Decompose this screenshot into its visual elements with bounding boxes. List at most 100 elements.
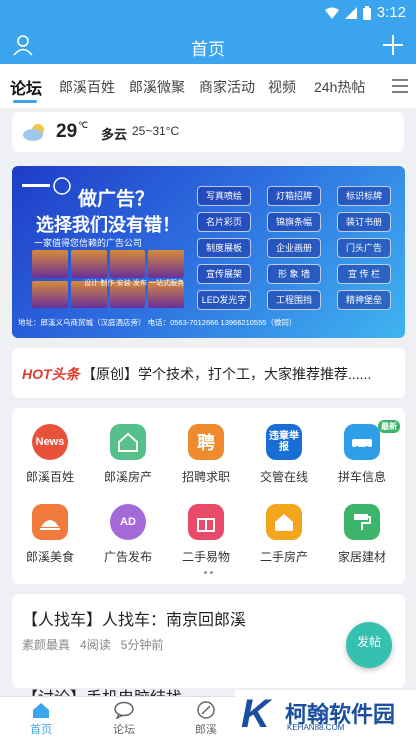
post-author: 素颜最真 — [22, 638, 71, 652]
service-langxi-baixing[interactable]: News 郎溪百姓 — [15, 424, 85, 485]
food-icon — [32, 504, 68, 540]
house-icon — [110, 424, 146, 460]
banner-headline-1: 做广告？ — [78, 189, 155, 210]
post-title[interactable]: 【人找车】人找车：南京回郎溪 — [22, 606, 246, 630]
service-label: 广告发布 — [103, 550, 152, 564]
service-recruitment[interactable]: 聘 招聘求职 — [171, 424, 241, 485]
ad-icon: AD — [110, 504, 146, 540]
service-traffic[interactable]: 违章举报 交管在线 — [249, 424, 319, 485]
nav-label: 首页 — [30, 724, 52, 736]
weather-range: 25~31°C — [132, 124, 180, 138]
watermark-letter: K — [241, 692, 270, 736]
weather-temperature: 29 — [56, 121, 78, 142]
service-pill: 精神堡垒 — [337, 290, 391, 310]
banner-photo — [32, 280, 68, 308]
service-home-building[interactable]: 家居建材 — [327, 504, 397, 565]
nav-label: 论坛 — [113, 724, 135, 736]
app-bar: 首页 — [0, 28, 416, 64]
status-bar: 3:12 — [0, 0, 416, 28]
status-time: 3:12 — [376, 4, 406, 21]
weather-unit: ℃ — [78, 120, 89, 130]
signal-icon — [344, 6, 357, 19]
add-icon[interactable] — [380, 32, 406, 58]
service-pill: 门头广告 — [337, 238, 391, 258]
banner-headline-2: 选择我们没有错！ — [36, 215, 180, 235]
service-pill: 制度展板 — [197, 238, 251, 258]
service-label: 二手房产 — [259, 550, 308, 564]
car-icon: 最新 — [344, 420, 400, 460]
chat-icon — [114, 701, 134, 719]
service-pill: LED发光字 — [197, 290, 251, 310]
watermark-url: KEHAN88.COM — [287, 723, 345, 732]
weather-card[interactable]: 29 ℃ 多云 25~31°C — [12, 112, 404, 152]
banner-logo — [22, 176, 72, 198]
service-label: 二手易物 — [181, 550, 230, 564]
violation-report-icon: 违章举报 — [266, 424, 302, 460]
service-carpool[interactable]: 最新 拼车信息 — [327, 420, 400, 485]
nav-forum[interactable]: 论坛 — [99, 699, 149, 737]
compass-icon — [197, 701, 215, 719]
post-reads: 4阅读 — [80, 638, 111, 652]
banner-photo — [148, 250, 184, 278]
service-pill: 写真喷绘 — [197, 186, 251, 206]
service-label: 郎溪美食 — [25, 550, 74, 564]
home-icon — [33, 703, 49, 718]
banner-photo — [109, 250, 146, 278]
tab-merchant-activity[interactable]: 商家活动 — [199, 77, 255, 97]
service-ad-post[interactable]: AD 广告发布 — [93, 504, 163, 565]
hot-headline-badge: HOT头条 — [22, 366, 80, 382]
post-meta: 素颜最真 4阅读 5分钟前 — [22, 636, 163, 653]
nav-label: 郎溪 — [195, 724, 217, 736]
tab-forum[interactable]: 论坛 — [10, 75, 42, 99]
service-second-house[interactable]: 二手房产 — [249, 504, 319, 565]
service-pill: 形 象 墙 — [267, 264, 321, 284]
nav-langxi[interactable]: 郎溪 — [181, 699, 231, 737]
gift-icon — [188, 504, 224, 540]
news-ticker-text[interactable]: 【原创】学个技术，打个工，大家推荐推荐...... — [82, 364, 371, 384]
page-indicator — [204, 571, 214, 574]
news-icon: News — [32, 424, 68, 460]
home-icon — [266, 504, 302, 540]
post-time: 5分钟前 — [120, 638, 164, 652]
banner-footer: 地址：郎溪义乌商贸城（汉庭酒店旁） 电话：0563-7012666 139662… — [18, 318, 297, 327]
service-pill: 工程围挡 — [267, 290, 321, 310]
service-pill: 灯箱招牌 — [267, 186, 321, 206]
service-pill: 企业画册 — [267, 238, 321, 258]
page-title: 首页 — [191, 40, 225, 59]
paint-roller-icon — [344, 504, 380, 540]
service-pill: 锦旗条幅 — [267, 212, 321, 232]
tab-langxi-weiju[interactable]: 郎溪微聚 — [129, 77, 185, 97]
category-tabs: 论坛 郎溪百姓 郎溪微聚 商家活动 视频 24h热帖 — [0, 64, 416, 108]
service-label: 交管在线 — [259, 470, 308, 484]
watermark-logo: K 柯翰软件园 KEHAN88.COM — [235, 690, 416, 739]
company-logo-icon — [22, 177, 71, 195]
service-food[interactable]: 郎溪美食 — [15, 504, 85, 565]
cloud-icon — [23, 124, 44, 141]
tab-24h-hot[interactable]: 24h热帖 — [314, 77, 365, 97]
service-pill: 宣 传 栏 — [337, 264, 391, 284]
service-pill: 名片彩页 — [197, 212, 251, 232]
new-badge: 最新 — [378, 420, 400, 433]
banner-subline: 一家值得您信赖的广告公司 — [34, 238, 143, 248]
tab-active-indicator — [13, 100, 37, 103]
service-label: 招聘求职 — [181, 470, 230, 484]
nav-home[interactable]: 首页 — [16, 699, 66, 737]
service-second-hand[interactable]: 二手易物 — [171, 504, 241, 565]
news-ticker[interactable]: HOT头条 【原创】学个技术，打个工，大家推荐推荐...... — [12, 348, 405, 398]
service-label: 拼车信息 — [337, 470, 386, 484]
ad-banner[interactable]: 做广告？ 选择我们没有错！ 一家值得您信赖的广告公司 设计·制作·安装·发布 一… — [12, 166, 405, 338]
menu-icon[interactable] — [392, 79, 408, 93]
service-label: 郎溪百姓 — [25, 470, 74, 484]
tab-video[interactable]: 视频 — [268, 77, 296, 97]
battery-icon — [362, 5, 371, 20]
banner-middle-text: 设计·制作·安装·发布 一站式服务 — [84, 280, 184, 287]
new-post-button[interactable]: 发帖 — [346, 622, 392, 668]
service-label: 家居建材 — [337, 550, 386, 564]
service-langxi-fangchan[interactable]: 郎溪房产 — [93, 424, 163, 485]
service-label: 郎溪房产 — [103, 470, 152, 484]
status-icons: 3:12 — [324, 4, 406, 21]
service-pill: 装订书册 — [337, 212, 391, 232]
service-pill: 宣传展架 — [197, 264, 251, 284]
wifi-icon — [324, 7, 339, 19]
tab-langxi-baixing[interactable]: 郎溪百姓 — [59, 77, 115, 97]
